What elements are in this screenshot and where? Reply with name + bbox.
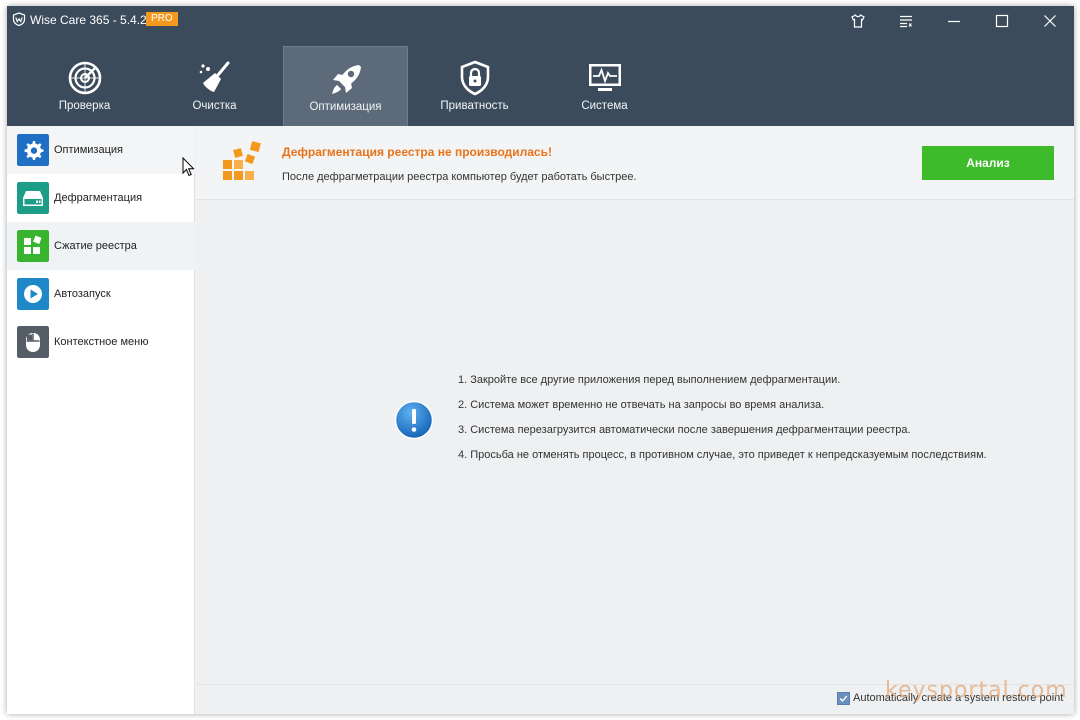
- gear-icon: [17, 134, 49, 166]
- tab-check[interactable]: Проверка: [22, 46, 147, 126]
- instruction-item: 2. Система может временно не отвечать на…: [458, 399, 825, 411]
- status-title: Дефрагментация реестра не производилась!: [282, 145, 552, 159]
- tab-label: Очистка: [192, 100, 237, 112]
- tab-system[interactable]: Система: [542, 46, 667, 126]
- instructions-list: 1. Закройте все другие приложения перед …: [458, 368, 987, 468]
- sidebar-item-label: Сжатие реестра: [54, 240, 137, 252]
- mouse-cursor-icon: [182, 157, 195, 177]
- instruction-item: 3. Система перезагрузится автоматически …: [458, 424, 911, 436]
- menu-button[interactable]: [882, 6, 930, 36]
- tshirt-icon: [851, 14, 865, 28]
- sidebar-item-label: Оптимизация: [54, 144, 123, 156]
- watermark: keysportal.com: [885, 678, 1068, 703]
- close-icon: [1044, 15, 1056, 27]
- sidebar-item-label: Автозапуск: [54, 288, 111, 300]
- window-controls: [834, 6, 1074, 36]
- sidebar: Оптимизация Дефрагментация Сжатие реестр…: [7, 126, 195, 714]
- blocks-icon: [17, 230, 49, 262]
- registry-blocks-icon: [223, 141, 261, 180]
- sidebar-item-label: Контекстное меню: [54, 336, 149, 348]
- maximize-button[interactable]: [978, 6, 1026, 36]
- sidebar-item-startup[interactable]: Автозапуск: [7, 270, 195, 318]
- tab-label: Проверка: [58, 100, 111, 112]
- wise-logo-icon: [12, 12, 26, 26]
- menu-icon: [900, 15, 912, 28]
- sidebar-item-defrag[interactable]: Дефрагментация: [7, 174, 195, 222]
- tab-privacy[interactable]: Приватность: [412, 46, 537, 126]
- title-bar: Wise Care 365 - 5.4.2 PRO: [7, 6, 1074, 46]
- tab-optimize[interactable]: Оптимизация: [283, 46, 408, 126]
- sidebar-item-label: Дефрагментация: [54, 192, 143, 204]
- mouse-icon: [17, 326, 49, 358]
- info-exclamation-icon: [394, 400, 434, 440]
- tab-label: Приватность: [440, 100, 509, 112]
- instruction-item: 1. Закройте все другие приложения перед …: [458, 374, 841, 386]
- main-toolbar: Проверка Очистка Оптимизация Приватность…: [7, 46, 1074, 126]
- app-window: Wise Care 365 - 5.4.2 PRO Проверка Очист…: [7, 6, 1074, 714]
- skin-button[interactable]: [834, 6, 882, 36]
- maximize-icon: [995, 14, 1009, 28]
- minimize-button[interactable]: [930, 6, 978, 36]
- lock-shield-icon: [460, 60, 490, 96]
- window-title: Wise Care 365 - 5.4.2: [30, 13, 147, 27]
- pro-badge: PRO: [146, 12, 178, 26]
- play-icon: [17, 278, 49, 310]
- minimize-icon: [948, 20, 960, 23]
- status-header: Дефрагментация реестра не производилась!…: [196, 126, 1074, 200]
- monitor-pulse-icon: [589, 64, 621, 91]
- main-panel: Дефрагментация реестра не производилась!…: [196, 126, 1074, 714]
- tab-label: Система: [581, 100, 628, 112]
- analyze-button[interactable]: Анализ: [922, 146, 1054, 180]
- restore-point-checkbox[interactable]: [837, 692, 850, 705]
- status-description: После дефрагметрации реестра компьютер б…: [282, 171, 637, 183]
- tab-clean[interactable]: Очистка: [152, 46, 277, 126]
- sidebar-item-context-menu[interactable]: Контекстное меню: [7, 318, 195, 366]
- broom-icon: [199, 61, 230, 92]
- sidebar-item-registry[interactable]: Сжатие реестра: [7, 222, 195, 270]
- tab-label: Оптимизация: [309, 101, 382, 113]
- sidebar-item-optimization[interactable]: Оптимизация: [7, 126, 195, 174]
- radar-icon: [68, 61, 102, 95]
- drive-icon: [17, 182, 49, 214]
- rocket-icon: [332, 65, 361, 94]
- close-button[interactable]: [1026, 6, 1074, 36]
- instruction-item: 4. Просьба не отменять процесс, в против…: [458, 449, 987, 461]
